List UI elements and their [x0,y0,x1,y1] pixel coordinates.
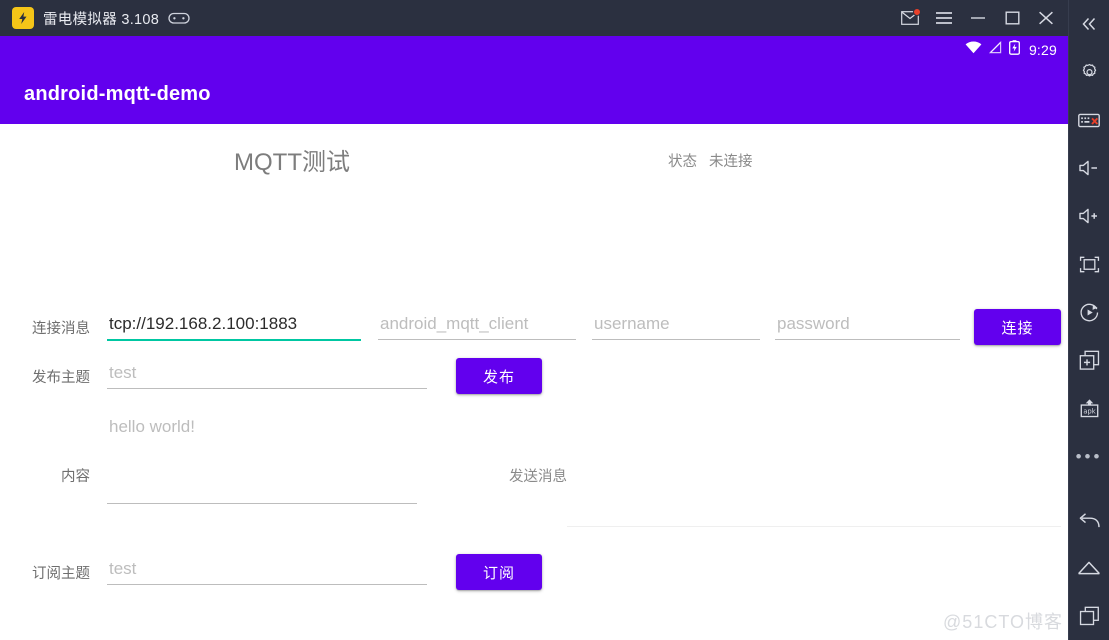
subscribe-topic-label: 订阅主题 [32,566,90,582]
keyboard-disabled-icon[interactable] [1069,96,1109,144]
maximize-icon[interactable] [995,0,1029,36]
more-icon[interactable]: ••• [1069,432,1109,480]
publish-topic-input[interactable] [107,363,427,389]
hamburger-menu-icon[interactable] [927,0,961,36]
install-apk-icon[interactable]: apk [1069,384,1109,432]
connection-status-label: 状态 [668,154,697,170]
app-bar-title: android-mqtt-demo [24,82,211,105]
send-messages-divider [567,526,1061,527]
mail-icon[interactable] [893,0,927,36]
status-bar-time: 9:29 [1028,42,1057,58]
signal-icon [988,40,1002,59]
emulator-sidebar: apk ••• [1068,0,1109,640]
more-dots: ••• [1075,446,1103,466]
send-messages-panel-label: 发送消息 [509,469,567,485]
mail-unread-badge [913,8,921,16]
app-bar: android-mqtt-demo [0,64,1069,124]
username-input[interactable] [592,314,760,340]
app-logo-icon [12,7,34,29]
back-icon[interactable] [1069,496,1109,544]
gamepad-icon[interactable] [168,11,190,25]
settings-icon[interactable] [1069,48,1109,96]
recents-icon[interactable] [1069,592,1109,640]
server-uri-input[interactable] [107,314,361,341]
connection-status: 状态 未连接 [668,150,753,171]
page-title: MQTT测试 [234,149,350,176]
window-version: 3.108 [121,11,160,28]
window-title: 雷电模拟器 3.108 [43,8,159,29]
title-bar: 雷电模拟器 3.108 [0,0,1069,36]
password-input[interactable] [775,314,960,340]
close-icon[interactable] [1029,0,1063,36]
record-icon[interactable] [1069,288,1109,336]
battery-charging-icon [1008,40,1020,60]
subscribe-button[interactable]: 订阅 [456,554,542,590]
android-screen: 9:29 android-mqtt-demo MQTT测试 状态 未连接 连接消… [0,36,1069,640]
svg-text:apk: apk [1083,407,1095,415]
headline-row: MQTT测试 状态 未连接 [0,142,1069,182]
subscribe-topic-input[interactable] [107,559,427,585]
volume-down-icon[interactable] [1069,144,1109,192]
client-id-input[interactable] [378,314,576,340]
wifi-icon [965,41,982,59]
message-body-input[interactable] [107,416,417,504]
publish-button[interactable]: 发布 [456,358,542,394]
connect-button[interactable]: 连接 [974,309,1061,345]
app-content: MQTT测试 状态 未连接 连接消息 连接 发布主题 发布 内容 发送消息 [0,124,1069,640]
emulator-window: 雷电模拟器 3.108 9:29 android-mqtt-demo MQTT测… [0,0,1109,640]
collapse-sidebar-icon[interactable] [1069,0,1109,48]
window-app-name: 雷电模拟器 [43,11,117,28]
minimize-icon[interactable] [961,0,995,36]
publish-topic-label: 发布主题 [32,370,90,386]
watermark: @51CTO博客 [943,612,1063,632]
home-icon[interactable] [1069,544,1109,592]
android-status-bar: 9:29 [0,36,1069,64]
connection-status-value: 未连接 [709,154,753,170]
volume-up-icon[interactable] [1069,192,1109,240]
content-row-label: 内容 [61,469,90,485]
add-window-icon[interactable] [1069,336,1109,384]
fullscreen-icon[interactable] [1069,240,1109,288]
connect-row-label: 连接消息 [32,321,90,337]
